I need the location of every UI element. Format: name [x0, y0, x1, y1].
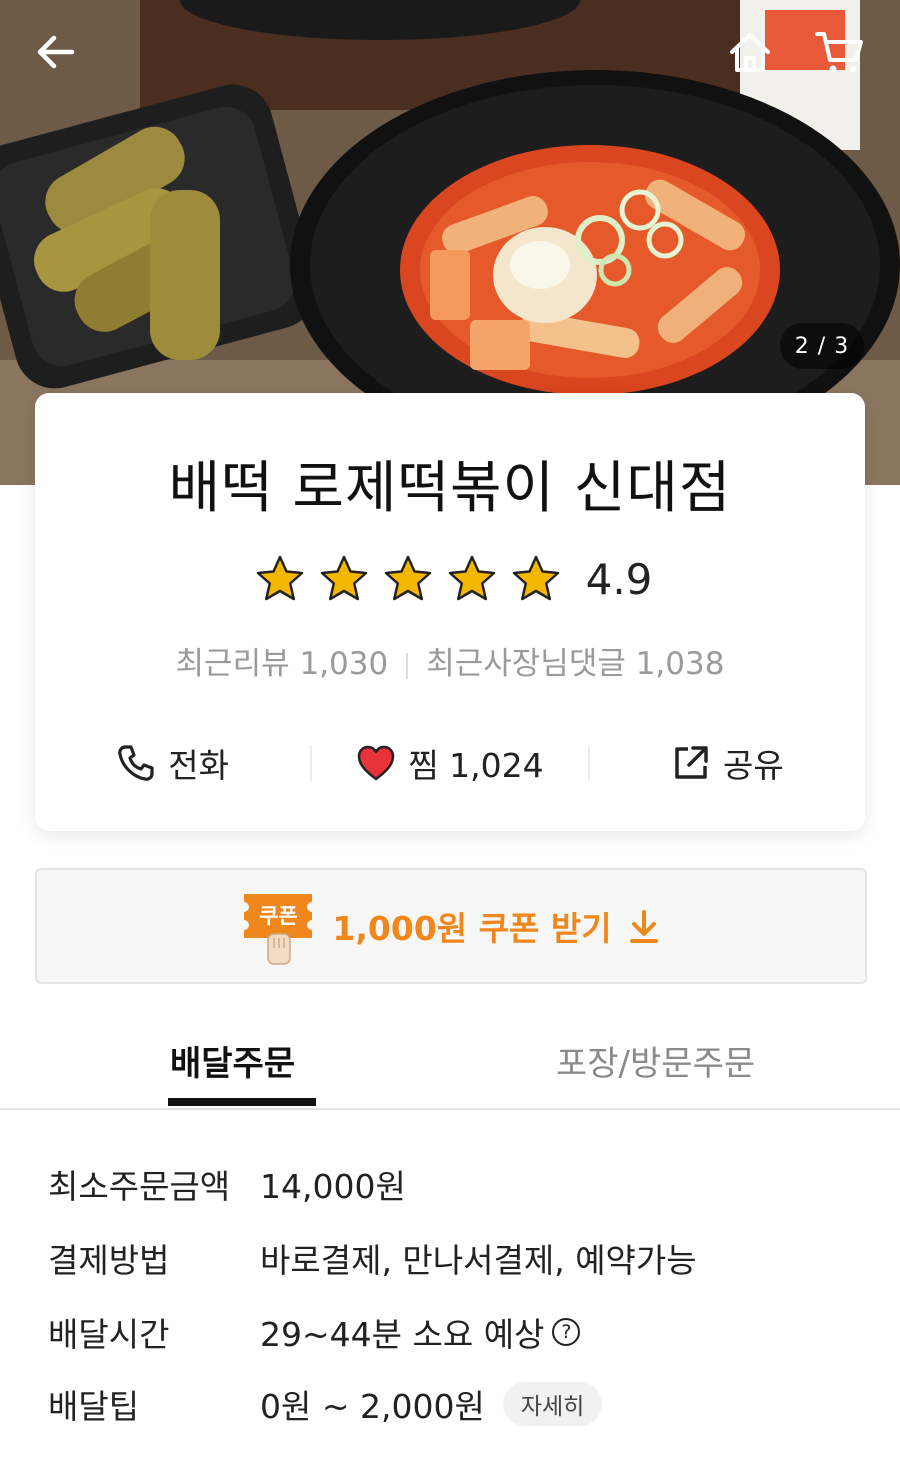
delivery-time-label: 배달시간	[48, 1315, 170, 1354]
coupon-download-button[interactable]: 쿠폰 1,000원 쿠폰 받기	[35, 868, 867, 984]
help-icon[interactable]: ?	[552, 1318, 581, 1346]
rating-row: 4.9	[35, 553, 865, 605]
like-button[interactable]: 찜 1,024	[312, 739, 587, 787]
delivery-time-value: 29~44분 소요 예상	[260, 1315, 545, 1354]
star-icon	[256, 555, 303, 601]
back-arrow-icon	[37, 35, 75, 69]
rating-value: 4.9	[585, 554, 653, 604]
share-label: 공유	[722, 746, 784, 785]
cart-icon	[815, 32, 863, 73]
photo-counter: 2 / 3	[780, 323, 864, 369]
share-button[interactable]: 공유	[590, 739, 865, 787]
coupon-badge: 쿠폰	[238, 888, 318, 965]
payment-value: 바로결제, 만나서결제, 예약가능	[260, 1241, 697, 1280]
recent-reviews-link[interactable]: 최근리뷰 1,030	[176, 646, 389, 682]
delivery-tip-row: 배달팁 0원 ~ 2,000원 자세히	[48, 1380, 603, 1428]
star-icon	[512, 555, 559, 601]
back-button[interactable]	[28, 24, 84, 80]
home-icon	[730, 33, 770, 72]
delivery-tip-label: 배달팁	[48, 1387, 140, 1426]
min-order-row: 최소주문금액 14,000원	[48, 1160, 406, 1208]
call-button[interactable]: 전화	[35, 739, 310, 787]
min-order-value: 14,000원	[260, 1167, 406, 1206]
action-bar: 전화 찜 1,024 공유	[35, 733, 865, 793]
owner-replies-link[interactable]: 최근사장님댓글 1,038	[426, 646, 724, 682]
active-tab-indicator	[168, 1098, 316, 1106]
home-button[interactable]	[722, 24, 778, 80]
tab-delivery[interactable]: 배달주문	[170, 1036, 295, 1085]
coupon-text: 1,000원 쿠폰 받기	[332, 909, 612, 948]
star-icon	[448, 555, 495, 601]
tip-detail-button[interactable]: 자세히	[502, 1382, 603, 1426]
store-name: 배떡 로제떡볶이 신대점	[168, 456, 732, 521]
call-label: 전화	[168, 746, 230, 785]
tab-pickup[interactable]: 포장/방문주문	[556, 1036, 755, 1085]
coupon-badge-label: 쿠폰	[259, 904, 298, 928]
heart-icon	[358, 745, 395, 781]
min-order-label: 최소주문금액	[48, 1167, 231, 1206]
share-icon	[675, 746, 708, 779]
download-arrow-icon	[629, 910, 658, 943]
delivery-time-row: 배달시간 29~44분 소요 예상 ?	[48, 1308, 581, 1356]
order-type-tabs: 배달주문 포장/방문주문	[0, 1030, 900, 1110]
star-icon	[384, 555, 431, 601]
payment-row: 결제방법 바로결제, 만나서결제, 예약가능	[48, 1234, 697, 1282]
review-counts: 최근리뷰 1,030 최근사장님댓글 1,038	[35, 638, 865, 683]
star-icon	[320, 555, 367, 601]
payment-label: 결제방법	[48, 1241, 170, 1280]
store-info-card: 배떡 로제떡볶이 신대점 4.9 최근리뷰 1,030 최근사장님댓글 1,038…	[35, 393, 865, 831]
divider	[406, 652, 409, 679]
phone-icon	[118, 745, 154, 781]
delivery-tip-value: 0원 ~ 2,000원	[260, 1387, 485, 1426]
cart-button[interactable]	[812, 24, 868, 80]
like-label: 찜 1,024	[408, 746, 544, 785]
